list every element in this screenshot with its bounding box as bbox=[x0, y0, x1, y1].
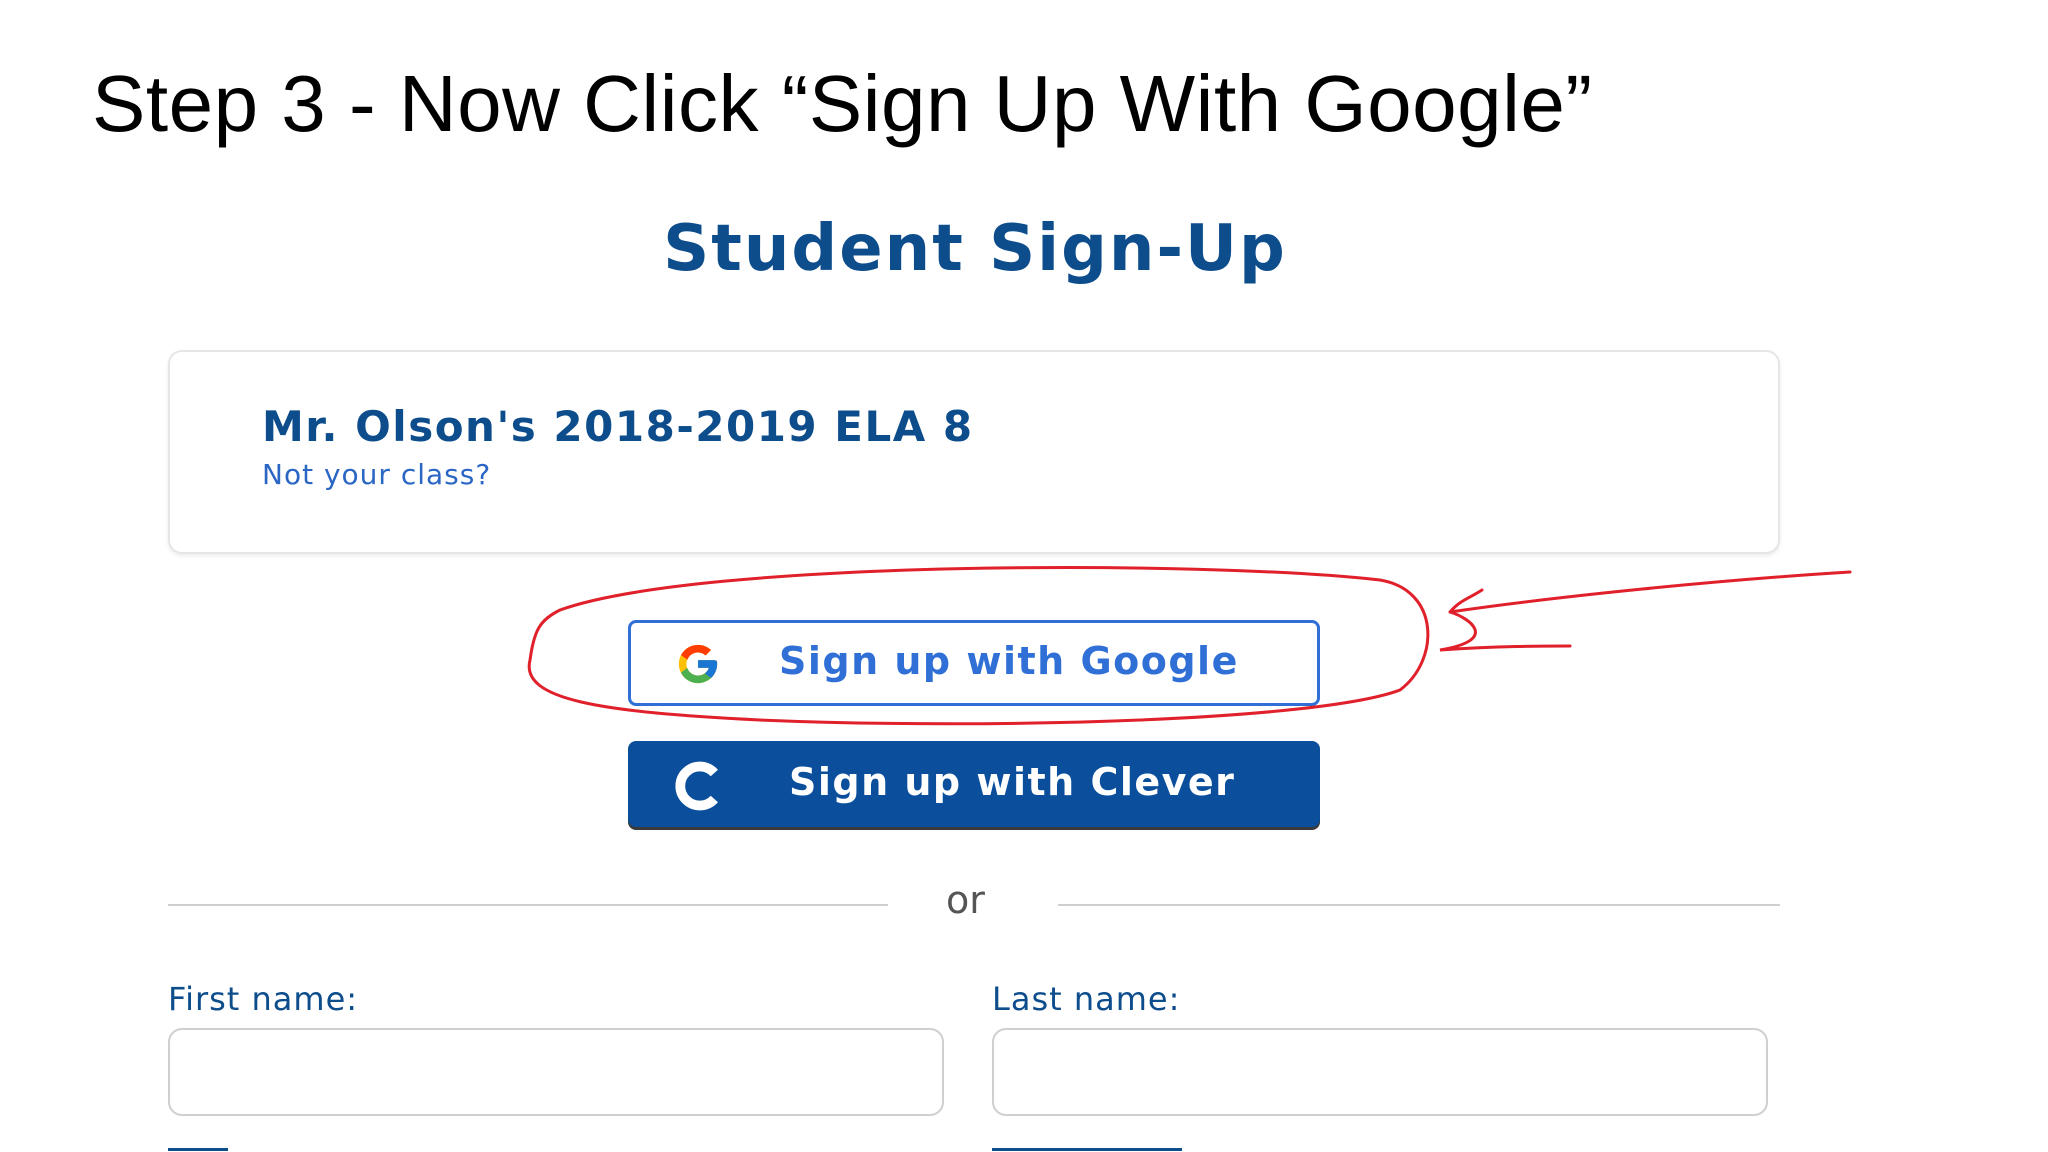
or-separator: or bbox=[946, 878, 985, 922]
clever-button-label: Sign up with Clever bbox=[789, 760, 1236, 804]
clipped-field-label-right bbox=[992, 1148, 1182, 1151]
last-name-input[interactable] bbox=[992, 1028, 1768, 1116]
first-name-label: First name: bbox=[168, 980, 359, 1018]
clever-c-icon bbox=[675, 761, 718, 811]
google-g-icon bbox=[678, 644, 718, 684]
divider-left bbox=[168, 904, 888, 906]
signup-screenshot: Student Sign-Up Mr. Olson's 2018-2019 EL… bbox=[0, 0, 2048, 1152]
sign-up-google-button[interactable]: Sign up with Google bbox=[628, 620, 1320, 706]
not-your-class-link[interactable]: Not your class? bbox=[262, 458, 491, 491]
divider-right bbox=[1058, 904, 1780, 906]
sign-up-clever-button[interactable]: Sign up with Clever bbox=[628, 741, 1320, 827]
google-button-label: Sign up with Google bbox=[779, 639, 1239, 683]
class-card: Mr. Olson's 2018-2019 ELA 8 Not your cla… bbox=[168, 350, 1780, 554]
class-name: Mr. Olson's 2018-2019 ELA 8 bbox=[262, 402, 974, 451]
page-title: Student Sign-Up bbox=[663, 212, 1287, 286]
clipped-field-label-left bbox=[168, 1148, 228, 1151]
first-name-input[interactable] bbox=[168, 1028, 944, 1116]
last-name-label: Last name: bbox=[992, 980, 1181, 1018]
